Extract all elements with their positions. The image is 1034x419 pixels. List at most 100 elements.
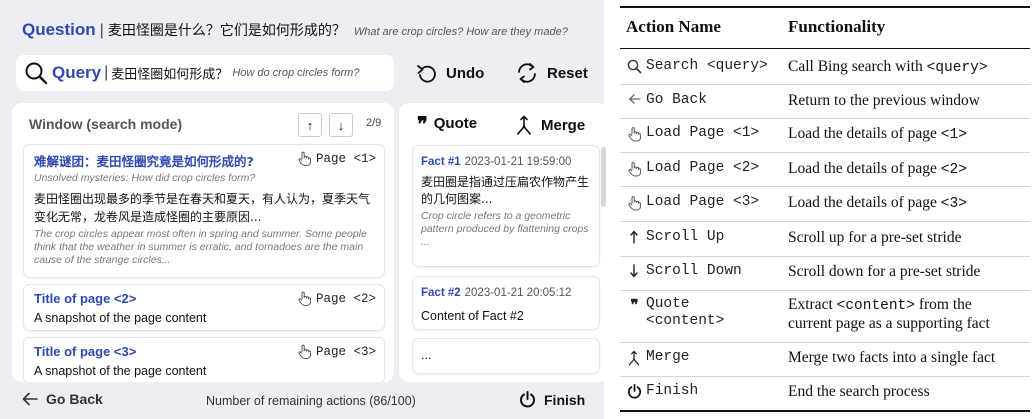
quote-button[interactable]: ❞ Quote — [417, 111, 477, 136]
scroll-down-button[interactable]: ↓ — [329, 113, 353, 137]
action-functionality: Extract <content> from the current page a… — [788, 296, 990, 333]
search-result-1[interactable]: 难解谜团：麦田怪圈究竟是如何形成的? Unsolved mysteries: H… — [24, 145, 384, 277]
fact-content: Content of Fact #2 — [421, 309, 524, 323]
func-code: <1> — [940, 127, 967, 143]
fact-item-1[interactable]: Fact #1 2023-01-21 19:59:00 麦田圈是指通过压扁农作物产… — [413, 146, 599, 266]
scroll-up-button[interactable]: ↑ — [298, 113, 322, 137]
fact-panel: ❞ Quote Merge Fact #1 2023-01-21 19:59:00… — [399, 103, 608, 382]
func-code: <query> — [926, 60, 988, 76]
undo-icon — [417, 65, 436, 83]
fact-more-ellipsis: ... — [421, 348, 432, 362]
func-text: Return to the previous window — [788, 92, 981, 109]
action-name: Load Page <2> — [646, 160, 760, 176]
power-icon — [627, 384, 641, 399]
action-functionality: Scroll up for a pre-set stride — [788, 229, 961, 247]
func-code: <content> — [836, 298, 915, 314]
search-icon — [25, 62, 48, 85]
hand-pointer-icon — [298, 291, 311, 306]
search-result-2[interactable]: Title of page <2> A snapshot of the page… — [24, 285, 384, 330]
func-text: Merge two facts into a single fact — [788, 349, 996, 366]
table-row-quote: ❞ Quote <content> Extract <content> from … — [620, 296, 1030, 338]
load-page-2-label: Page <2> — [315, 291, 376, 306]
action-functionality: Merge two facts into a single fact — [788, 349, 995, 367]
quote-icon: ❞ — [630, 296, 638, 314]
arrow-left-icon — [628, 94, 641, 104]
action-name: Merge — [646, 349, 690, 365]
query-text-en: How do crop circles form? — [232, 67, 360, 79]
action-name-cell: Load Page <1> — [626, 125, 759, 142]
table-divider — [620, 152, 1030, 153]
query-keyword: Query — [52, 63, 102, 82]
quote-icon: ❞ — [417, 111, 428, 136]
footer-bar: Go Back Number of remaining actions (86/… — [0, 388, 604, 412]
action-name: Finish — [646, 383, 699, 399]
remaining-actions-counter: Number of remaining actions (86/100) — [206, 394, 416, 408]
result-subtitle: Unsolved mysteries: How did crop circles… — [34, 172, 256, 184]
table-divider — [620, 376, 1030, 377]
query-box[interactable]: Query | 麦田怪圈如何形成？ How do crop circles form? — [16, 55, 394, 91]
merge-button[interactable]: Merge — [515, 115, 585, 135]
table-header-rule — [620, 48, 1030, 49]
question-text-en: What are crop circles? How are they made… — [353, 26, 568, 38]
action-functionality: Load the details of page <1> — [788, 125, 967, 144]
action-functionality: Load the details of page <3> — [788, 194, 967, 213]
fact-timestamp: 2023-01-21 19:59:00 — [464, 156, 572, 168]
table-row-merge: Merge Merge two facts into a single fact — [620, 349, 1030, 379]
arrow-down-icon: ↓ — [337, 117, 345, 133]
action-name-cell: Scroll Up — [626, 229, 724, 246]
fact-scrollbar[interactable] — [601, 147, 606, 207]
question-text-zh: 麦田怪圈是什么？它们是如何形成的？ — [107, 23, 346, 39]
table-divider — [620, 84, 1030, 85]
action-name: Load Page <1> — [646, 125, 760, 141]
table-divider — [620, 118, 1030, 119]
action-name-cell: Search <query> — [626, 58, 768, 75]
action-name-line-2: <content> — [646, 313, 725, 329]
merge-label: Merge — [541, 116, 586, 134]
action-name: Load Page <3> — [646, 194, 760, 210]
action-name-cell: Load Page <2> — [626, 160, 759, 177]
action-name-cell: Load Page <3> — [626, 194, 759, 211]
search-icon — [627, 59, 641, 74]
arrow-left-icon — [22, 392, 38, 406]
action-name-cell: ❞ Quote <content> — [626, 296, 724, 330]
action-name: Search <query> — [646, 58, 768, 74]
merge-icon — [517, 115, 531, 135]
load-page-1-label: Page <1> — [315, 151, 376, 166]
fact-item-2[interactable]: Fact #2 2023-01-21 20:05:12 Content of Fa… — [413, 277, 599, 329]
action-name-cell: Merge — [626, 349, 690, 366]
result-snippet-zh: 麦田怪圈出现最多的季节是在春天和夏天，有人认为，夏季天气变化无常，龙卷风是造成怪… — [34, 192, 371, 224]
action-name: Scroll Up — [646, 229, 725, 245]
func-text: Scroll down for a pre-set stride — [788, 263, 981, 280]
load-page-1-button[interactable]: Page <1> — [298, 151, 376, 166]
query-text-zh: 麦田怪圈如何形成？ — [111, 67, 229, 83]
fact-content-zh: 麦田圈是指通过压扁农作物产生的几何图案... — [421, 175, 590, 206]
undo-button[interactable]: Undo — [416, 59, 484, 87]
load-page-2-button[interactable]: Page <2> — [298, 291, 376, 306]
func-text: End the search process — [788, 383, 930, 400]
action-name: Quote <content> — [646, 296, 724, 330]
table-row-load-page-3: Load Page <3> Load the details of page <… — [620, 194, 1030, 224]
func-text-line-2: current page as a supporting fact — [788, 315, 990, 332]
action-functionality: Scroll down for a pre-set stride — [788, 263, 980, 281]
go-back-button[interactable]: Go Back — [22, 391, 103, 407]
action-functionality: Call Bing search with <query> — [788, 58, 988, 77]
table-row-scroll-down: Scroll Down Scroll down for a pre-set st… — [620, 263, 1030, 293]
table-row-scroll-up: Scroll Up Scroll up for a pre-set stride — [620, 229, 1030, 259]
table-row-load-page-1: Load Page <1> Load the details of page <… — [620, 125, 1030, 155]
fact-content-en: Crop circle refers to a geometric patter… — [421, 210, 589, 248]
load-page-3-button[interactable]: Page <3> — [298, 344, 376, 359]
table-row-finish: Finish End the search process — [620, 383, 1030, 413]
func-code: <3> — [940, 196, 967, 212]
func-text: Call Bing search with — [788, 58, 927, 75]
webglm-interface-panel: Question | 麦田怪圈是什么？它们是如何形成的？ What are crop … — [0, 0, 608, 419]
hand-pointer-icon — [298, 344, 311, 359]
arrow-down-icon — [630, 264, 638, 278]
result-snippet-en: The crop circles appear most often in sp… — [34, 228, 367, 266]
query-separator: | — [104, 64, 109, 81]
search-result-3[interactable]: Title of page <3> A snapshot of the page… — [24, 338, 384, 382]
fact-label: Fact #1 — [421, 156, 461, 168]
reset-button[interactable]: Reset — [515, 59, 588, 87]
finish-button[interactable]: Finish — [519, 391, 585, 408]
table-divider — [620, 290, 1030, 291]
fact-timestamp: 2023-01-21 20:05:12 — [464, 287, 572, 299]
